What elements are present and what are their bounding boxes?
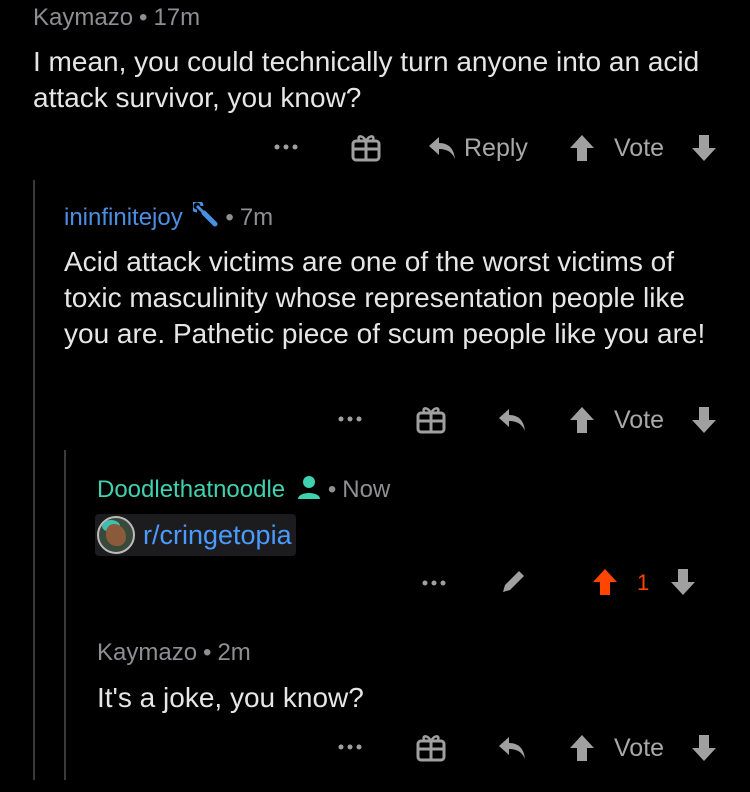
comment-1-body: I mean, you could technically turn anyon… (33, 46, 700, 113)
downvote-icon[interactable] (688, 132, 720, 164)
reply-icon[interactable] (495, 733, 529, 763)
more-options-icon[interactable] (336, 735, 364, 759)
subreddit-link[interactable]: r/cringetopia (95, 514, 296, 556)
thread-line-level-1[interactable] (33, 180, 35, 780)
vote-label: Vote (614, 734, 665, 762)
subreddit-avatar (97, 516, 135, 554)
upvote-icon[interactable] (566, 732, 598, 764)
vote-count: 1 (637, 570, 650, 595)
gift-icon[interactable] (414, 730, 448, 764)
downvote-icon[interactable] (688, 404, 720, 436)
comment-2-author[interactable]: ininfinitejoy (64, 204, 183, 231)
comment-3-author[interactable]: Doodlethatnoodle (97, 476, 285, 503)
comment-1-meta: Kaymazo • 17m (33, 4, 201, 31)
upvote-icon[interactable] (566, 404, 598, 436)
more-options-icon[interactable] (272, 135, 300, 159)
comment-4-time: 2m (217, 639, 251, 666)
comment-2-body: Acid attack victims are one of the worst… (64, 246, 706, 349)
gift-icon[interactable] (414, 402, 448, 436)
more-options-icon[interactable] (420, 571, 448, 595)
comment-1-time: 17m (153, 4, 201, 31)
reply-icon[interactable] (425, 133, 459, 163)
comment-4-body: It's a joke, you know? (97, 682, 364, 713)
thread-line-level-2[interactable] (64, 450, 66, 780)
comment-2-time: 7m (239, 203, 274, 231)
wrench-icon (190, 199, 219, 235)
person-icon (296, 474, 322, 507)
pencil-icon[interactable] (497, 566, 529, 598)
more-options-icon[interactable] (336, 407, 364, 431)
comment-2-meta: ininfinitejoy • 7m (64, 199, 274, 235)
comment-3-meta: Doodlethatnoodle • Now (97, 474, 390, 507)
downvote-icon[interactable] (667, 566, 699, 598)
comment-4-author[interactable]: Kaymazo (97, 639, 197, 666)
comment-3-time: Now (342, 475, 391, 503)
comment-1-author[interactable]: Kaymazo (33, 4, 133, 31)
upvote-icon[interactable] (566, 132, 598, 164)
upvote-icon[interactable] (589, 566, 621, 598)
reply-icon[interactable] (495, 405, 529, 435)
gift-icon[interactable] (349, 130, 383, 164)
vote-label: Vote (614, 134, 665, 162)
comment-4-meta: Kaymazo • 2m (97, 639, 251, 666)
reply-button[interactable]: Reply (464, 134, 528, 163)
subreddit-link-text[interactable]: r/cringetopia (143, 520, 292, 551)
downvote-icon[interactable] (688, 732, 720, 764)
vote-label: Vote (614, 406, 665, 434)
